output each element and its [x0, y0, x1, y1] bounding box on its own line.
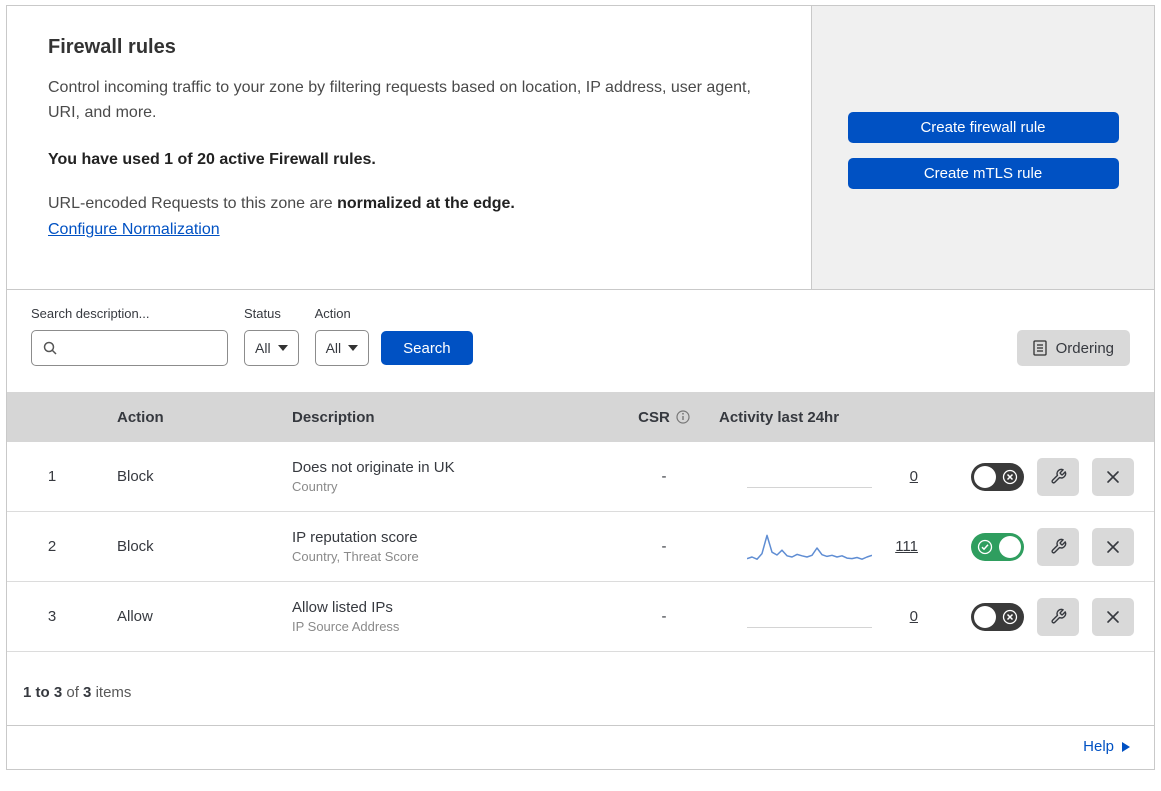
- edit-rule-button[interactable]: [1037, 457, 1079, 496]
- rule-csr-value: -: [661, 468, 667, 485]
- usage-note: You have used 1 of 20 active Firewall ru…: [48, 151, 376, 168]
- items-total: 3: [83, 684, 92, 701]
- rule-description: IP reputation score: [292, 529, 418, 546]
- status-filter-group: Status All: [244, 306, 299, 366]
- activity-count-link[interactable]: 0: [890, 468, 918, 485]
- header-section: Firewall rules Control incoming traffic …: [7, 6, 1154, 290]
- activity-count-link[interactable]: 111: [890, 538, 918, 555]
- x-icon: [1002, 609, 1018, 625]
- table-row: 3 Allow Allow listed IPs IP Source Addre…: [7, 582, 1154, 652]
- toggle-knob: [974, 465, 996, 488]
- rule-priority: 1: [47, 468, 57, 485]
- search-group: Search description...: [31, 306, 228, 366]
- table-row: 1 Block Does not originate in UK Country…: [7, 442, 1154, 512]
- activity-sparkline: [747, 600, 872, 634]
- normalization-note: URL-encoded Requests to this zone are no…: [48, 195, 767, 213]
- rule-enabled-toggle[interactable]: [971, 602, 1024, 631]
- wrench-icon: [1050, 468, 1067, 485]
- arrow-right-icon: [1122, 741, 1130, 752]
- search-box[interactable]: [31, 330, 228, 366]
- description-column-header: Description: [292, 408, 375, 426]
- firewall-rules-page: Firewall rules Control incoming traffic …: [6, 5, 1155, 770]
- activity-sparkline: [746, 530, 873, 564]
- rule-criteria: Country: [292, 479, 338, 494]
- rule-csr-value: -: [661, 608, 667, 625]
- rule-priority: 2: [47, 538, 57, 555]
- close-icon: [1106, 540, 1120, 554]
- action-select[interactable]: All: [314, 330, 370, 366]
- rule-enabled-toggle[interactable]: [971, 532, 1024, 561]
- help-bar: Help: [7, 725, 1154, 769]
- activity-count-link[interactable]: 0: [890, 608, 918, 625]
- filter-bar: Search description... Status All Action …: [7, 290, 1154, 392]
- activity-column-header: Activity last 24hr: [719, 408, 840, 426]
- help-link[interactable]: Help: [1083, 738, 1130, 755]
- action-value: All: [325, 340, 342, 356]
- action-label: Action: [314, 306, 351, 321]
- create-mtls-rule-button[interactable]: Create mTLS rule: [847, 158, 1119, 189]
- wrench-icon: [1050, 538, 1067, 555]
- toggle-knob: [974, 605, 996, 628]
- rule-action: Block: [117, 468, 154, 485]
- action-panel: Create firewall rule Create mTLS rule: [811, 6, 1154, 289]
- chevron-down-icon: [348, 345, 359, 351]
- info-icon[interactable]: [676, 410, 690, 424]
- items-range: 1 to 3: [23, 684, 63, 701]
- normalization-text: URL-encoded Requests to this zone are: [48, 195, 333, 212]
- status-label: Status: [244, 306, 281, 321]
- rule-criteria: IP Source Address: [292, 619, 400, 634]
- csr-header-label: CSR: [638, 408, 670, 426]
- delete-rule-button[interactable]: [1092, 527, 1134, 566]
- delete-rule-button[interactable]: [1092, 597, 1134, 636]
- close-icon: [1106, 470, 1120, 484]
- chevron-down-icon: [277, 345, 288, 351]
- close-icon: [1106, 610, 1120, 624]
- rule-action: Block: [117, 538, 154, 555]
- items-label: items: [95, 684, 132, 701]
- items-of-label: of: [66, 684, 79, 701]
- ordering-button-label: Ordering: [1055, 339, 1114, 357]
- ordering-button[interactable]: Ordering: [1016, 330, 1130, 366]
- search-button[interactable]: Search: [381, 331, 473, 365]
- search-description-input[interactable]: [66, 339, 217, 357]
- create-firewall-rule-button[interactable]: Create firewall rule: [847, 112, 1119, 143]
- x-icon: [1002, 469, 1018, 485]
- page-title: Firewall rules: [48, 36, 176, 58]
- edit-rule-button[interactable]: [1037, 597, 1079, 636]
- edit-rule-button[interactable]: [1037, 527, 1079, 566]
- normalization-bold-text: normalized at the edge.: [337, 195, 515, 212]
- ordering-icon: [1032, 340, 1047, 356]
- delete-rule-button[interactable]: [1092, 457, 1134, 496]
- page-description: Control incoming traffic to your zone by…: [48, 79, 751, 121]
- table-row: 2 Block IP reputation score Country, Thr…: [7, 512, 1154, 582]
- header-content: Firewall rules Control incoming traffic …: [7, 6, 811, 289]
- rule-priority: 3: [47, 608, 57, 625]
- action-filter-group: Action All: [314, 306, 370, 366]
- status-value: All: [255, 340, 271, 356]
- rule-csr-value: -: [661, 538, 667, 555]
- rule-description: Allow listed IPs: [292, 599, 393, 616]
- search-icon: [42, 340, 58, 356]
- rule-criteria: Country, Threat Score: [292, 549, 419, 564]
- table-header-row: Action Description CSR Activity last 24h…: [7, 392, 1154, 442]
- rule-description: Does not originate in UK: [292, 459, 455, 476]
- action-column-header: Action: [117, 408, 164, 426]
- configure-normalization-link[interactable]: Configure Normalization: [48, 221, 220, 239]
- rule-action: Allow: [117, 608, 153, 625]
- check-icon: [977, 539, 993, 555]
- status-select[interactable]: All: [244, 330, 299, 366]
- activity-sparkline: [747, 460, 872, 494]
- pagination-summary: 1 to 3 of 3 items: [7, 652, 1154, 725]
- rule-enabled-toggle[interactable]: [971, 462, 1024, 491]
- toggle-knob: [999, 535, 1021, 558]
- wrench-icon: [1050, 608, 1067, 625]
- search-label: Search description...: [31, 306, 150, 321]
- help-link-label: Help: [1083, 738, 1114, 755]
- csr-column-header: CSR: [609, 409, 719, 426]
- rules-table: Action Description CSR Activity last 24h…: [7, 392, 1154, 652]
